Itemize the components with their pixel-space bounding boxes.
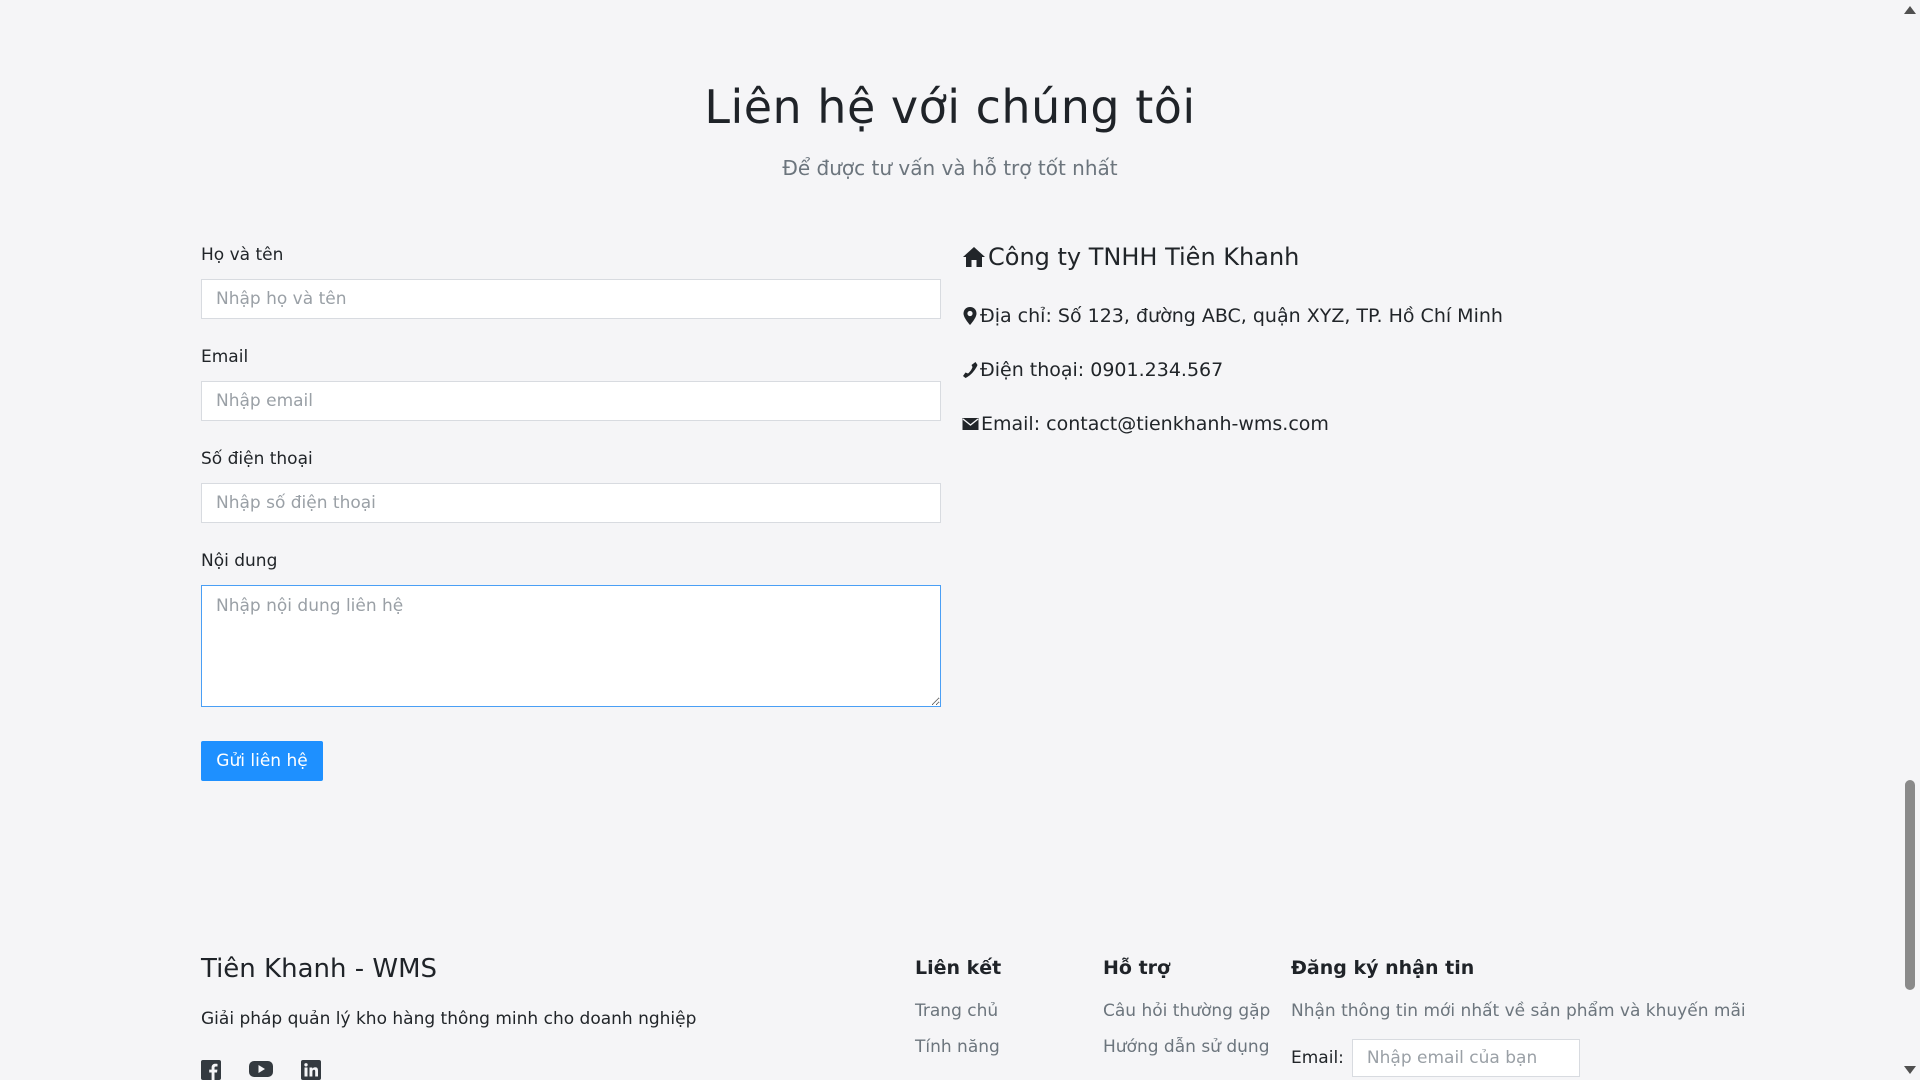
footer-newsletter-column: Đăng ký nhận tin Nhận thông tin mới nhất… xyxy=(1291,957,1746,1077)
linkedin-icon[interactable] xyxy=(301,1060,321,1080)
newsletter-email-input[interactable] xyxy=(1351,1039,1580,1077)
company-phone: Điện thoại: 0901.234.567 xyxy=(980,359,1224,381)
message-field-group: Nội dung xyxy=(201,551,941,711)
page-title: Liên hệ với chúng tôi xyxy=(704,80,1196,134)
phone-field-group: Số điện thoại xyxy=(201,449,941,523)
phone-input[interactable] xyxy=(201,483,941,523)
home-icon xyxy=(962,246,986,268)
youtube-icon[interactable] xyxy=(249,1060,273,1080)
name-label: Họ và tên xyxy=(201,245,284,265)
footer-brand: Tiên Khanh - WMS xyxy=(201,954,438,984)
footer-support-column: Hỗ trợ Câu hỏi thường gặp Hướng dẫn sử d… xyxy=(1103,957,1270,1073)
email-label: Email xyxy=(201,347,249,367)
footer-tagline: Giải pháp quản lý kho hàng thông minh ch… xyxy=(201,1009,697,1029)
social-links xyxy=(201,1060,321,1080)
company-address-row: Địa chỉ: Số 123, đường ABC, quận XYZ, TP… xyxy=(962,305,1522,327)
name-field-group: Họ và tên xyxy=(201,245,941,319)
company-name-heading: Công ty TNHH Tiên Khanh xyxy=(962,243,1522,271)
company-info: Công ty TNHH Tiên Khanh Địa chỉ: Số 123,… xyxy=(962,243,1522,435)
email-input[interactable] xyxy=(201,381,941,421)
envelope-icon xyxy=(962,417,979,431)
page-subtitle: Để được tư vấn và hỗ trợ tốt nhất xyxy=(782,156,1118,180)
scroll-down-arrow-icon[interactable] xyxy=(1904,1066,1916,1074)
footer-links-column: Liên kết Trang chủ Tính năng xyxy=(915,957,1001,1073)
company-email-row: Email: contact@tienkhanh-wms.com xyxy=(962,413,1522,435)
company-name: Công ty TNHH Tiên Khanh xyxy=(988,243,1300,271)
submit-button[interactable]: Gửi liên hệ xyxy=(201,741,323,781)
company-address: Địa chỉ: Số 123, đường ABC, quận XYZ, TP… xyxy=(980,305,1503,327)
footer-link-features[interactable]: Tính năng xyxy=(915,1037,1001,1057)
scroll-up-arrow-icon[interactable] xyxy=(1904,6,1916,14)
map-pin-icon xyxy=(962,306,978,326)
contact-form: Họ và tên Email Số điện thoại Nội dung G… xyxy=(201,245,941,781)
email-field-group: Email xyxy=(201,347,941,421)
footer-links-title: Liên kết xyxy=(915,957,1002,979)
footer-link-faq[interactable]: Câu hỏi thường gặp xyxy=(1103,1001,1270,1021)
phone-label: Số điện thoại xyxy=(201,449,313,469)
newsletter-description: Nhận thông tin mới nhất về sản phẩm và k… xyxy=(1291,1001,1746,1021)
footer-link-guide[interactable]: Hướng dẫn sử dụng xyxy=(1103,1037,1270,1057)
site-footer: Tiên Khanh - WMS Giải pháp quản lý kho h… xyxy=(0,940,1900,1080)
message-label: Nội dung xyxy=(201,551,278,571)
footer-link-home[interactable]: Trang chủ xyxy=(915,1001,1001,1021)
scrollbar-thumb[interactable] xyxy=(1905,780,1915,990)
message-textarea[interactable] xyxy=(201,585,941,707)
contact-page: Liên hệ với chúng tôi Để được tư vấn và … xyxy=(0,0,1900,1080)
name-input[interactable] xyxy=(201,279,941,319)
footer-support-title: Hỗ trợ xyxy=(1103,957,1171,979)
contact-header: Liên hệ với chúng tôi Để được tư vấn và … xyxy=(0,80,1900,180)
newsletter-email-label: Email: xyxy=(1291,1048,1344,1068)
company-phone-row: Điện thoại: 0901.234.567 xyxy=(962,359,1522,381)
facebook-icon[interactable] xyxy=(201,1060,221,1080)
company-email: Email: contact@tienkhanh-wms.com xyxy=(981,413,1329,435)
newsletter-form: Email: xyxy=(1291,1039,1746,1077)
vertical-scrollbar[interactable] xyxy=(1900,0,1920,1080)
newsletter-title: Đăng ký nhận tin xyxy=(1291,957,1475,979)
phone-icon xyxy=(962,361,978,379)
